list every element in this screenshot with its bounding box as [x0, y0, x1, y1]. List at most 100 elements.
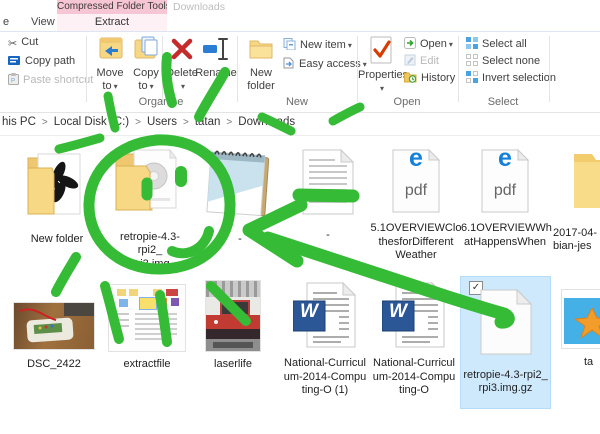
invert-selection-button[interactable]: Invert selection — [466, 71, 556, 87]
text-file-icon — [301, 148, 355, 216]
open-button[interactable]: Open▾ — [404, 37, 453, 53]
breadcrumb-downloads[interactable]: Downloads — [238, 116, 295, 128]
select-all-button[interactable]: Select all — [466, 37, 527, 53]
file-label: retropie-4.3-rpi2_ — [108, 231, 192, 258]
rename-icon — [201, 36, 231, 62]
file-label: thesforDifferent — [369, 236, 463, 250]
history-button[interactable]: History — [404, 71, 455, 87]
window-title: Downloads — [173, 0, 225, 14]
file-label: - — [291, 229, 365, 243]
svg-text:P: P — [11, 79, 15, 85]
ribbon: ✂Cut Copy path PPaste shortcut Moveto▾ C… — [0, 31, 600, 113]
tab-share-partial[interactable]: e — [3, 14, 9, 31]
file-item-beach[interactable]: ta — [558, 286, 600, 370]
file-label: extractfile — [104, 358, 190, 372]
file-item-pdf-2[interactable]: e pdf 6.1OVERVIEWWh atHappensWhen — [461, 148, 549, 249]
group-label-new: New — [237, 96, 357, 108]
new-folder-button[interactable]: Newfolder — [239, 36, 283, 93]
properties-button[interactable]: Properties▾ — [358, 36, 404, 95]
file-item-text[interactable]: - — [291, 148, 365, 242]
file-label: 5.1OVERVIEWClo — [369, 222, 463, 236]
pdf-text: pdf — [391, 184, 441, 198]
copy-path-icon — [8, 55, 21, 71]
file-label: rpi3.img — [108, 258, 192, 272]
explorer-window: Compressed Folder Tools Downloads e View… — [0, 0, 600, 434]
folder-disc-image-icon — [112, 146, 188, 216]
dropdown-arrow: ▾ — [114, 82, 118, 91]
paste-shortcut-button[interactable]: PPaste shortcut — [8, 73, 93, 89]
chevron-icon: > — [183, 117, 189, 128]
group-label-organise: Organise — [101, 96, 221, 108]
breadcrumb-tatan[interactable]: tatan — [195, 116, 221, 128]
copy-path-button[interactable]: Copy path — [8, 54, 75, 70]
contextual-tab-group: Compressed Folder Tools — [57, 0, 167, 14]
chevron-icon: > — [135, 117, 141, 128]
photo-thumbnail — [14, 303, 94, 349]
file-label: bian-jes — [553, 240, 600, 254]
word-file-icon: W — [293, 281, 357, 349]
breadcrumb-users[interactable]: Users — [147, 116, 177, 128]
edge-logo: e — [391, 152, 441, 166]
file-item-word-1[interactable]: W National-Curricul um-2014-Compu ting-O… — [283, 281, 367, 398]
file-label: National-Curricul — [283, 357, 367, 371]
file-item-word-2[interactable]: W National-Curricul um-2014-Compu ting-O — [372, 281, 456, 398]
file-item-extractfile[interactable]: extractfile — [104, 281, 190, 372]
dropdown-arrow: ▾ — [449, 40, 453, 49]
select-none-icon — [466, 54, 478, 71]
pdf-text: pdf — [480, 184, 530, 198]
breadcrumb-this-pc[interactable]: his PC — [2, 116, 36, 128]
pdf-file-icon: e pdf — [480, 148, 530, 214]
properties-icon — [368, 36, 394, 64]
file-item-laserlife[interactable]: laserlife — [200, 281, 266, 372]
chevron-icon: > — [42, 117, 48, 128]
dropdown-arrow: ▾ — [348, 41, 352, 50]
tab-extract[interactable]: Extract — [57, 14, 167, 31]
ribbon-tab-row: e View Extract — [0, 14, 600, 31]
tab-view[interactable]: View — [31, 14, 55, 31]
rename-button[interactable]: Rename — [194, 36, 238, 80]
photo-thumbnail — [562, 290, 600, 348]
file-item-notepad[interactable]: - — [200, 144, 280, 246]
folder-pinwheel-icon — [24, 148, 90, 220]
screenshot-thumbnail — [109, 285, 185, 351]
file-item-pdf-1[interactable]: e pdf 5.1OVERVIEWClo thesforDifferent We… — [369, 148, 463, 263]
file-label: Weather — [369, 249, 463, 263]
dropdown-arrow: ▾ — [181, 82, 185, 91]
chevron-icon: > — [226, 117, 232, 128]
new-item-button[interactable]: New item▾ — [283, 38, 352, 54]
file-label: New folder — [14, 233, 100, 247]
file-item-retropie-img[interactable]: retropie-4.3-rpi2_ rpi3.img — [108, 146, 192, 271]
pdf-file-icon: e pdf — [391, 148, 441, 214]
file-label: retropie-4.3-rpi2_ — [463, 369, 548, 383]
word-file-icon: W — [382, 281, 446, 349]
cut-button[interactable]: ✂Cut — [8, 35, 38, 51]
easy-access-icon — [283, 57, 295, 74]
dropdown-arrow: ▾ — [150, 82, 154, 91]
file-label: ting-O (1) — [283, 384, 367, 398]
file-label: ting-O — [372, 384, 456, 398]
file-label: um-2014-Compu — [283, 371, 367, 385]
address-bar[interactable]: his PC > Local Disk (C:) > Users > tatan > Downl… — [0, 112, 600, 136]
file-item-new-folder[interactable]: New folder — [14, 148, 100, 246]
select-none-button[interactable]: Select none — [466, 54, 540, 70]
plain-file-icon — [479, 288, 533, 356]
word-logo: W — [382, 305, 414, 319]
title-bar: Compressed Folder Tools Downloads — [0, 0, 600, 14]
word-logo: W — [293, 305, 325, 319]
breadcrumb: his PC > Local Disk (C:) > Users > tatan > Downl… — [2, 116, 295, 128]
file-list: ✓ New folder retropie-4.3-rpi2_ r — [0, 136, 600, 434]
group-label-select: Select — [443, 96, 563, 108]
file-item-folder-2017[interactable]: 2017-04- bian-jes — [548, 148, 600, 254]
easy-access-button[interactable]: Easy access▾ — [283, 57, 367, 73]
file-item-dsc-2422[interactable]: DSC_2422 — [10, 281, 98, 372]
edit-button[interactable]: Edit — [404, 54, 439, 70]
copy-to-icon — [132, 36, 160, 62]
file-label: 6.1OVERVIEWWh — [461, 222, 549, 236]
breadcrumb-local-disk[interactable]: Local Disk (C:) — [54, 116, 129, 128]
delete-icon — [168, 36, 196, 62]
new-item-icon — [283, 38, 296, 55]
history-icon — [404, 71, 417, 88]
file-label: laserlife — [200, 358, 266, 372]
file-item-retropie-gz[interactable]: retropie-4.3-rpi2_ rpi3.img.gz — [463, 284, 548, 396]
new-folder-icon — [247, 36, 275, 62]
